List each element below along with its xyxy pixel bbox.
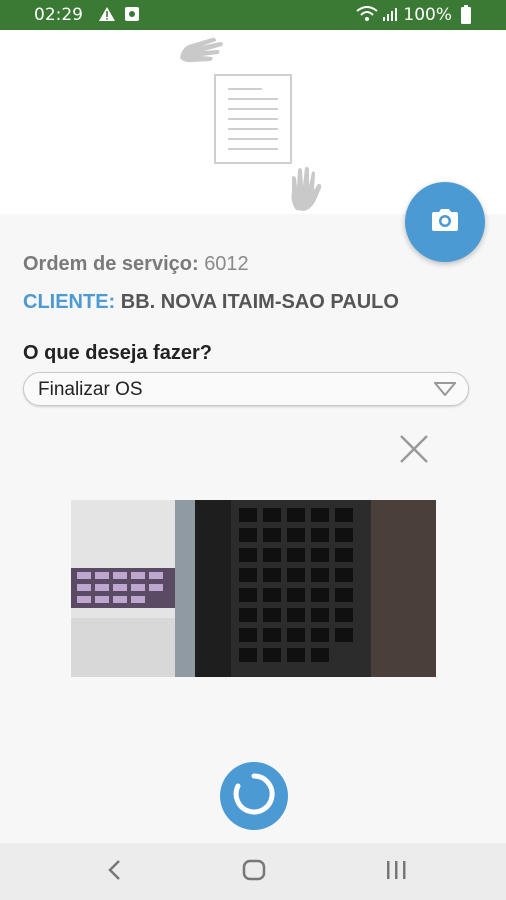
close-icon — [398, 435, 430, 469]
home-icon — [242, 858, 266, 887]
notification-icon — [124, 6, 140, 27]
signal-icon — [382, 6, 398, 27]
recents-icon — [384, 859, 408, 886]
back-icon — [107, 859, 121, 886]
camera-button[interactable] — [405, 182, 485, 262]
client-line: CLIENTE: BB. NOVA ITAIM-SAO PAULO — [23, 291, 399, 314]
loading-spinner-icon — [232, 772, 276, 821]
loading-button[interactable] — [220, 762, 288, 830]
nav-home-button[interactable] — [234, 857, 274, 887]
action-select-value: Finalizar OS — [38, 379, 143, 400]
remove-photo-button[interactable] — [398, 433, 430, 465]
client-name: BB. NOVA ITAIM-SAO PAULO — [120, 291, 399, 313]
wifi-icon — [356, 6, 378, 27]
chevron-down-icon — [432, 382, 458, 401]
camera-icon — [430, 208, 460, 237]
nav-recents-button[interactable] — [376, 857, 416, 887]
order-label: Ordem de serviço: — [23, 253, 199, 275]
battery-text: 100% — [403, 5, 452, 25]
status-bar: 02:29 100% — [0, 0, 506, 30]
warning-icon — [98, 6, 116, 27]
system-nav-bar — [0, 843, 506, 900]
photo-preview — [71, 500, 436, 677]
status-time: 02:29 — [34, 5, 83, 25]
order-number: Ordem de serviço: 6012 — [23, 253, 249, 276]
action-select[interactable]: Finalizar OS — [23, 372, 469, 406]
order-value: 6012 — [204, 253, 249, 275]
battery-icon — [460, 5, 472, 29]
action-question: O que deseja fazer? — [23, 342, 212, 364]
nav-back-button[interactable] — [94, 857, 134, 887]
client-label: CLIENTE: — [23, 291, 116, 313]
document-icon — [214, 74, 292, 164]
hand-icon — [178, 34, 226, 71]
hand-icon — [288, 166, 324, 217]
